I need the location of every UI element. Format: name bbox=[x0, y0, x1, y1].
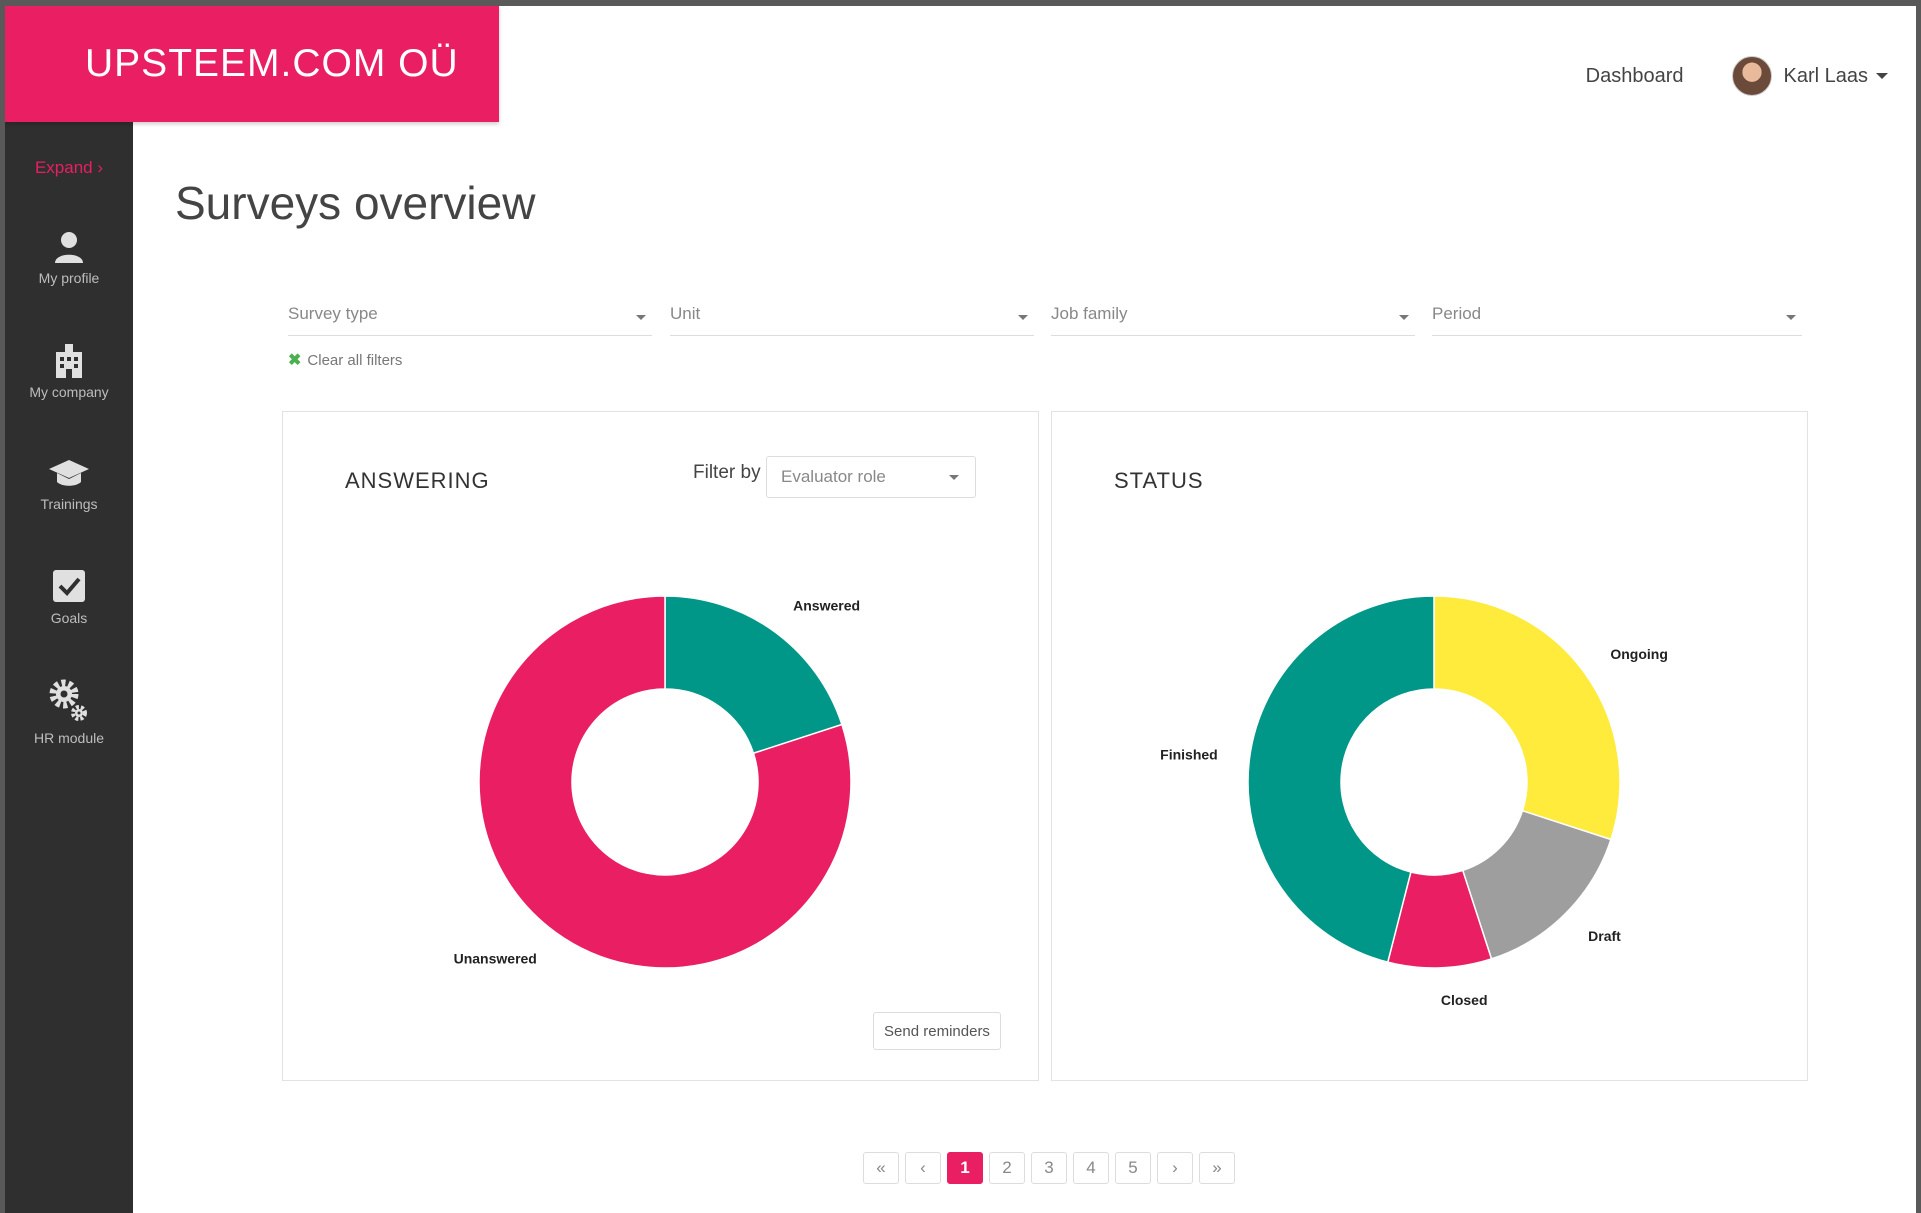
avatar[interactable] bbox=[1731, 56, 1772, 96]
top-navigation: Dashboard Karl Laas bbox=[1586, 56, 1916, 96]
user-menu[interactable]: Karl Laas bbox=[1784, 65, 1869, 88]
sidebar-item-label: My company bbox=[29, 384, 109, 400]
person-icon bbox=[55, 232, 83, 263]
close-icon: ✖ bbox=[288, 352, 302, 369]
gears-icon bbox=[49, 679, 87, 721]
page-button-1[interactable]: 1 bbox=[947, 1152, 983, 1184]
send-reminders-button[interactable]: Send reminders bbox=[873, 1012, 1001, 1050]
brand-logo[interactable]: UPSTEEM.COM OÜ bbox=[5, 6, 499, 122]
period-placeholder: Period bbox=[1432, 304, 1482, 323]
page-button-3[interactable]: 3 bbox=[1031, 1152, 1067, 1184]
clear-filters-label: Clear all filters bbox=[307, 351, 403, 369]
chevron-down-icon bbox=[636, 315, 646, 320]
status-card: STATUS Ongoing Draft Closed Finished bbox=[1051, 411, 1808, 1081]
prev-page-button[interactable]: ‹ bbox=[905, 1152, 941, 1184]
job-family-select[interactable]: Job family bbox=[1051, 296, 1415, 336]
sidebar-item-trainings[interactable]: Trainings bbox=[5, 456, 133, 512]
page-button-5[interactable]: 5 bbox=[1115, 1152, 1151, 1184]
checkbox-icon bbox=[53, 570, 85, 602]
chevron-down-icon[interactable] bbox=[1876, 73, 1888, 79]
status-donut-chart: Ongoing Draft Closed Finished bbox=[1160, 595, 1668, 1008]
sidebar-item-goals[interactable]: Goals bbox=[5, 568, 133, 626]
unit-placeholder: Unit bbox=[670, 304, 701, 323]
last-page-button[interactable]: » bbox=[1199, 1152, 1235, 1184]
page-button-2[interactable]: 2 bbox=[989, 1152, 1025, 1184]
slice-ongoing[interactable] bbox=[1433, 595, 1621, 841]
graduation-cap-icon bbox=[49, 460, 89, 486]
sidebar-item-label: Goals bbox=[50, 610, 88, 626]
sidebar: Expand › My profile My company Trainings… bbox=[5, 122, 133, 1213]
sidebar-item-my-company[interactable]: My company bbox=[5, 342, 133, 400]
unit-select[interactable]: Unit bbox=[670, 296, 1034, 336]
slice-label-finished: Finished bbox=[1160, 747, 1218, 763]
period-select[interactable]: Period bbox=[1432, 296, 1802, 336]
sidebar-item-hr-module[interactable]: HR module bbox=[5, 678, 133, 746]
sidebar-item-label: Trainings bbox=[40, 496, 98, 512]
building-icon bbox=[56, 344, 82, 378]
first-page-button[interactable]: « bbox=[863, 1152, 899, 1184]
answering-card: ANSWERING Filter by Evaluator role Answe… bbox=[282, 411, 1039, 1081]
chevron-down-icon bbox=[1399, 315, 1409, 320]
page-title: Surveys overview bbox=[175, 177, 536, 229]
chevron-down-icon bbox=[1018, 315, 1028, 320]
job-family-placeholder: Job family bbox=[1051, 304, 1128, 323]
dashboard-link[interactable]: Dashboard bbox=[1586, 65, 1684, 88]
sidebar-item-label: My profile bbox=[38, 270, 100, 286]
next-page-button[interactable]: › bbox=[1157, 1152, 1193, 1184]
page-button-4[interactable]: 4 bbox=[1073, 1152, 1109, 1184]
slice-label-closed: Closed bbox=[1441, 992, 1488, 1008]
slice-answered[interactable] bbox=[664, 595, 843, 755]
answering-donut-chart: Answered Unanswered bbox=[454, 595, 860, 969]
expand-button[interactable]: Expand › bbox=[5, 158, 133, 178]
slice-label-ongoing: Ongoing bbox=[1610, 646, 1668, 662]
clear-all-filters[interactable]: ✖ Clear all filters bbox=[288, 350, 402, 370]
sidebar-item-my-profile[interactable]: My profile bbox=[5, 230, 133, 286]
sidebar-item-label: HR module bbox=[33, 730, 105, 746]
survey-type-placeholder: Survey type bbox=[288, 304, 378, 323]
app-window: Expand › My profile My company Trainings… bbox=[5, 6, 1916, 1213]
survey-type-select[interactable]: Survey type bbox=[288, 296, 652, 336]
chevron-down-icon bbox=[1786, 315, 1796, 320]
pagination: « ‹ 1 2 3 4 5 › » bbox=[863, 1152, 1241, 1184]
slice-label-answered: Answered bbox=[793, 598, 860, 614]
slice-label-unanswered: Unanswered bbox=[454, 950, 537, 966]
slice-label-draft: Draft bbox=[1588, 928, 1621, 944]
